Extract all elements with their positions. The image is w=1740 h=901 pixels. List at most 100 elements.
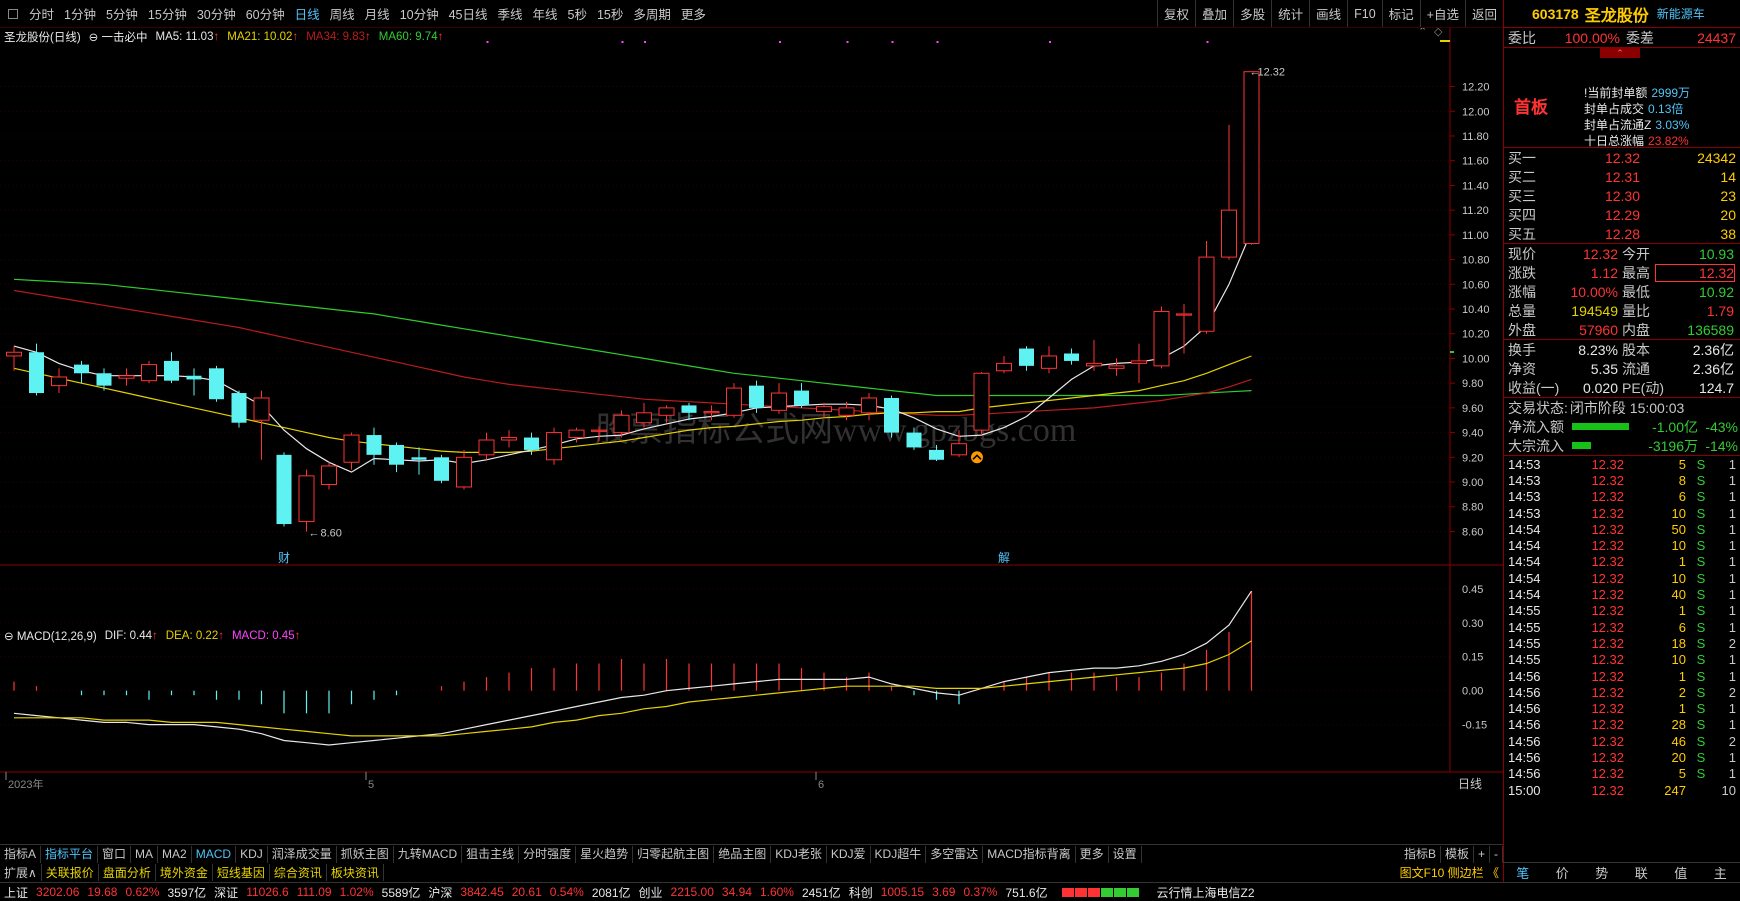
- candle[interactable]: [726, 383, 742, 418]
- finance-marker[interactable]: 财: [278, 551, 290, 565]
- f10-sidebar-toggle[interactable]: 图文F10 侧边栏 《: [1396, 864, 1503, 881]
- window-toggle-icon[interactable]: [8, 8, 18, 19]
- kline-chart[interactable]: 股票指标公式网www.gpzbgs.com 12.32←← 8.60财 解⌃ ◇ 8.…: [0, 28, 1503, 844]
- collapse-icon[interactable]: ⌃: [1600, 48, 1640, 58]
- signal-icon[interactable]: [971, 451, 983, 464]
- sector-tag[interactable]: 新能源车: [1657, 5, 1705, 22]
- timeframe-tab[interactable]: 30分钟: [192, 4, 241, 23]
- candle[interactable]: [884, 395, 899, 438]
- tick-list[interactable]: 14:53 12.32 5 S 1 14:53 12.32 8 S 1 14:53 12.32 6 S 1 1…: [1504, 456, 1740, 798]
- timeframe-tab[interactable]: 日线: [290, 4, 325, 23]
- candle[interactable]: [389, 442, 404, 473]
- indicator-tab[interactable]: 抓妖主图: [337, 845, 394, 863]
- candle[interactable]: [141, 360, 157, 384]
- candle[interactable]: [456, 449, 472, 490]
- timeframe-tab[interactable]: 多周期: [628, 4, 676, 23]
- candle[interactable]: [276, 452, 292, 527]
- tabs-right-button[interactable]: 模板: [1441, 845, 1474, 863]
- bid-row[interactable]: 买一 12.32 24342: [1504, 148, 1740, 167]
- candle[interactable]: [1041, 346, 1057, 374]
- timeframe-tab[interactable]: 月线: [360, 4, 395, 23]
- server-name[interactable]: 云行情上海电信Z2: [1153, 884, 1259, 901]
- candle[interactable]: [1221, 124, 1237, 260]
- indicator-tab[interactable]: MA: [131, 845, 159, 863]
- candle[interactable]: [1064, 348, 1079, 365]
- side-bottom-tab[interactable]: 势: [1582, 863, 1622, 882]
- index-name[interactable]: 深证: [210, 884, 242, 901]
- extension-tab[interactable]: 扩展∧: [0, 864, 42, 881]
- timeframe-tab[interactable]: 更多: [676, 4, 711, 23]
- candle[interactable]: [794, 383, 809, 408]
- macd-panel[interactable]: [13, 590, 1253, 746]
- candle[interactable]: [434, 454, 449, 484]
- candle[interactable]: [501, 430, 517, 448]
- extension-tab[interactable]: 短线基因: [213, 864, 270, 881]
- candle[interactable]: [771, 383, 787, 415]
- candle[interactable]: [231, 390, 247, 428]
- side-bottom-tab[interactable]: 笔: [1503, 863, 1543, 882]
- candle[interactable]: [1198, 241, 1215, 334]
- extension-tab[interactable]: 板块资讯: [327, 864, 384, 881]
- candle[interactable]: [478, 432, 495, 460]
- candlesticks[interactable]: [6, 71, 1260, 532]
- extension-tab[interactable]: 境外资金: [156, 864, 213, 881]
- candle[interactable]: [343, 432, 360, 470]
- timeframe-tab[interactable]: 分时: [24, 4, 59, 23]
- candle[interactable]: [996, 355, 1012, 374]
- indicator-tab[interactable]: KDJ: [236, 845, 268, 863]
- candle[interactable]: [164, 352, 179, 384]
- indicator-tab[interactable]: MACD: [192, 845, 237, 863]
- side-bottom-tab[interactable]: 主: [1701, 863, 1740, 882]
- candle[interactable]: [118, 368, 135, 386]
- candle[interactable]: [253, 390, 270, 460]
- candle[interactable]: [321, 462, 337, 490]
- indicator-tab[interactable]: MA2: [158, 845, 192, 863]
- settings-icon[interactable]: ◇: [1434, 28, 1443, 38]
- indicator-tab[interactable]: 更多: [1076, 845, 1109, 863]
- candle[interactable]: [298, 469, 315, 532]
- toolbar-tool[interactable]: 多股: [1233, 0, 1271, 27]
- extension-tab[interactable]: 盘面分析: [99, 864, 156, 881]
- candle[interactable]: [546, 427, 562, 465]
- toolbar-tool[interactable]: 叠加: [1195, 0, 1233, 27]
- toolbar-tool[interactable]: 画线: [1309, 0, 1347, 27]
- extension-tab[interactable]: 综合资讯: [270, 864, 327, 881]
- timeframe-tab[interactable]: 季线: [493, 4, 528, 23]
- bid-row[interactable]: 买四 12.29 20: [1504, 205, 1740, 224]
- candle[interactable]: [1153, 306, 1170, 369]
- candle[interactable]: [1019, 346, 1034, 371]
- candle[interactable]: [1086, 339, 1102, 371]
- timeframe-tab[interactable]: 60分钟: [241, 4, 290, 23]
- candle[interactable]: [186, 368, 202, 396]
- candle[interactable]: [1243, 71, 1260, 245]
- candle[interactable]: [1131, 343, 1147, 384]
- side-bottom-tab[interactable]: 值: [1661, 863, 1701, 882]
- timeframe-tab[interactable]: 15秒: [592, 4, 628, 23]
- bid-row[interactable]: 买五 12.28 38: [1504, 224, 1740, 243]
- candle[interactable]: [973, 372, 990, 436]
- side-bottom-tab[interactable]: 价: [1543, 863, 1583, 882]
- indicator-tab[interactable]: KDJ超牛: [871, 845, 927, 863]
- toolbar-tool[interactable]: +自选: [1419, 0, 1465, 27]
- indicator-tab[interactable]: 指标平台: [41, 845, 99, 863]
- toolbar-tool[interactable]: 复权: [1157, 0, 1195, 27]
- indicator-tab[interactable]: 狙击主线: [462, 845, 520, 863]
- index-name[interactable]: 沪深: [424, 884, 456, 901]
- candle[interactable]: [1176, 304, 1192, 354]
- bid-row[interactable]: 买三 12.30 23: [1504, 186, 1740, 205]
- toolbar-tool[interactable]: F10: [1347, 0, 1382, 27]
- indicator-tab[interactable]: 多空雷达: [926, 845, 984, 863]
- timeframe-tab[interactable]: 1分钟: [59, 4, 101, 23]
- timeframe-tab[interactable]: 45日线: [444, 4, 493, 23]
- index-name[interactable]: 上证: [0, 884, 32, 901]
- indicator-tab[interactable]: 窗口: [98, 845, 132, 863]
- timeframe-tab[interactable]: 5分钟: [101, 4, 143, 23]
- indicator-tab[interactable]: 归零起航主图: [633, 845, 715, 863]
- timeframe-tab[interactable]: 周线: [325, 4, 360, 23]
- indicator-tab[interactable]: 九转MACD: [394, 845, 463, 863]
- tabs-right-button[interactable]: +: [1474, 845, 1490, 863]
- toolbar-tool[interactable]: 返回: [1464, 0, 1503, 27]
- timeframe-tab[interactable]: 10分钟: [395, 4, 444, 23]
- index-name[interactable]: 科创: [845, 884, 877, 901]
- toolbar-tool[interactable]: 统计: [1271, 0, 1309, 27]
